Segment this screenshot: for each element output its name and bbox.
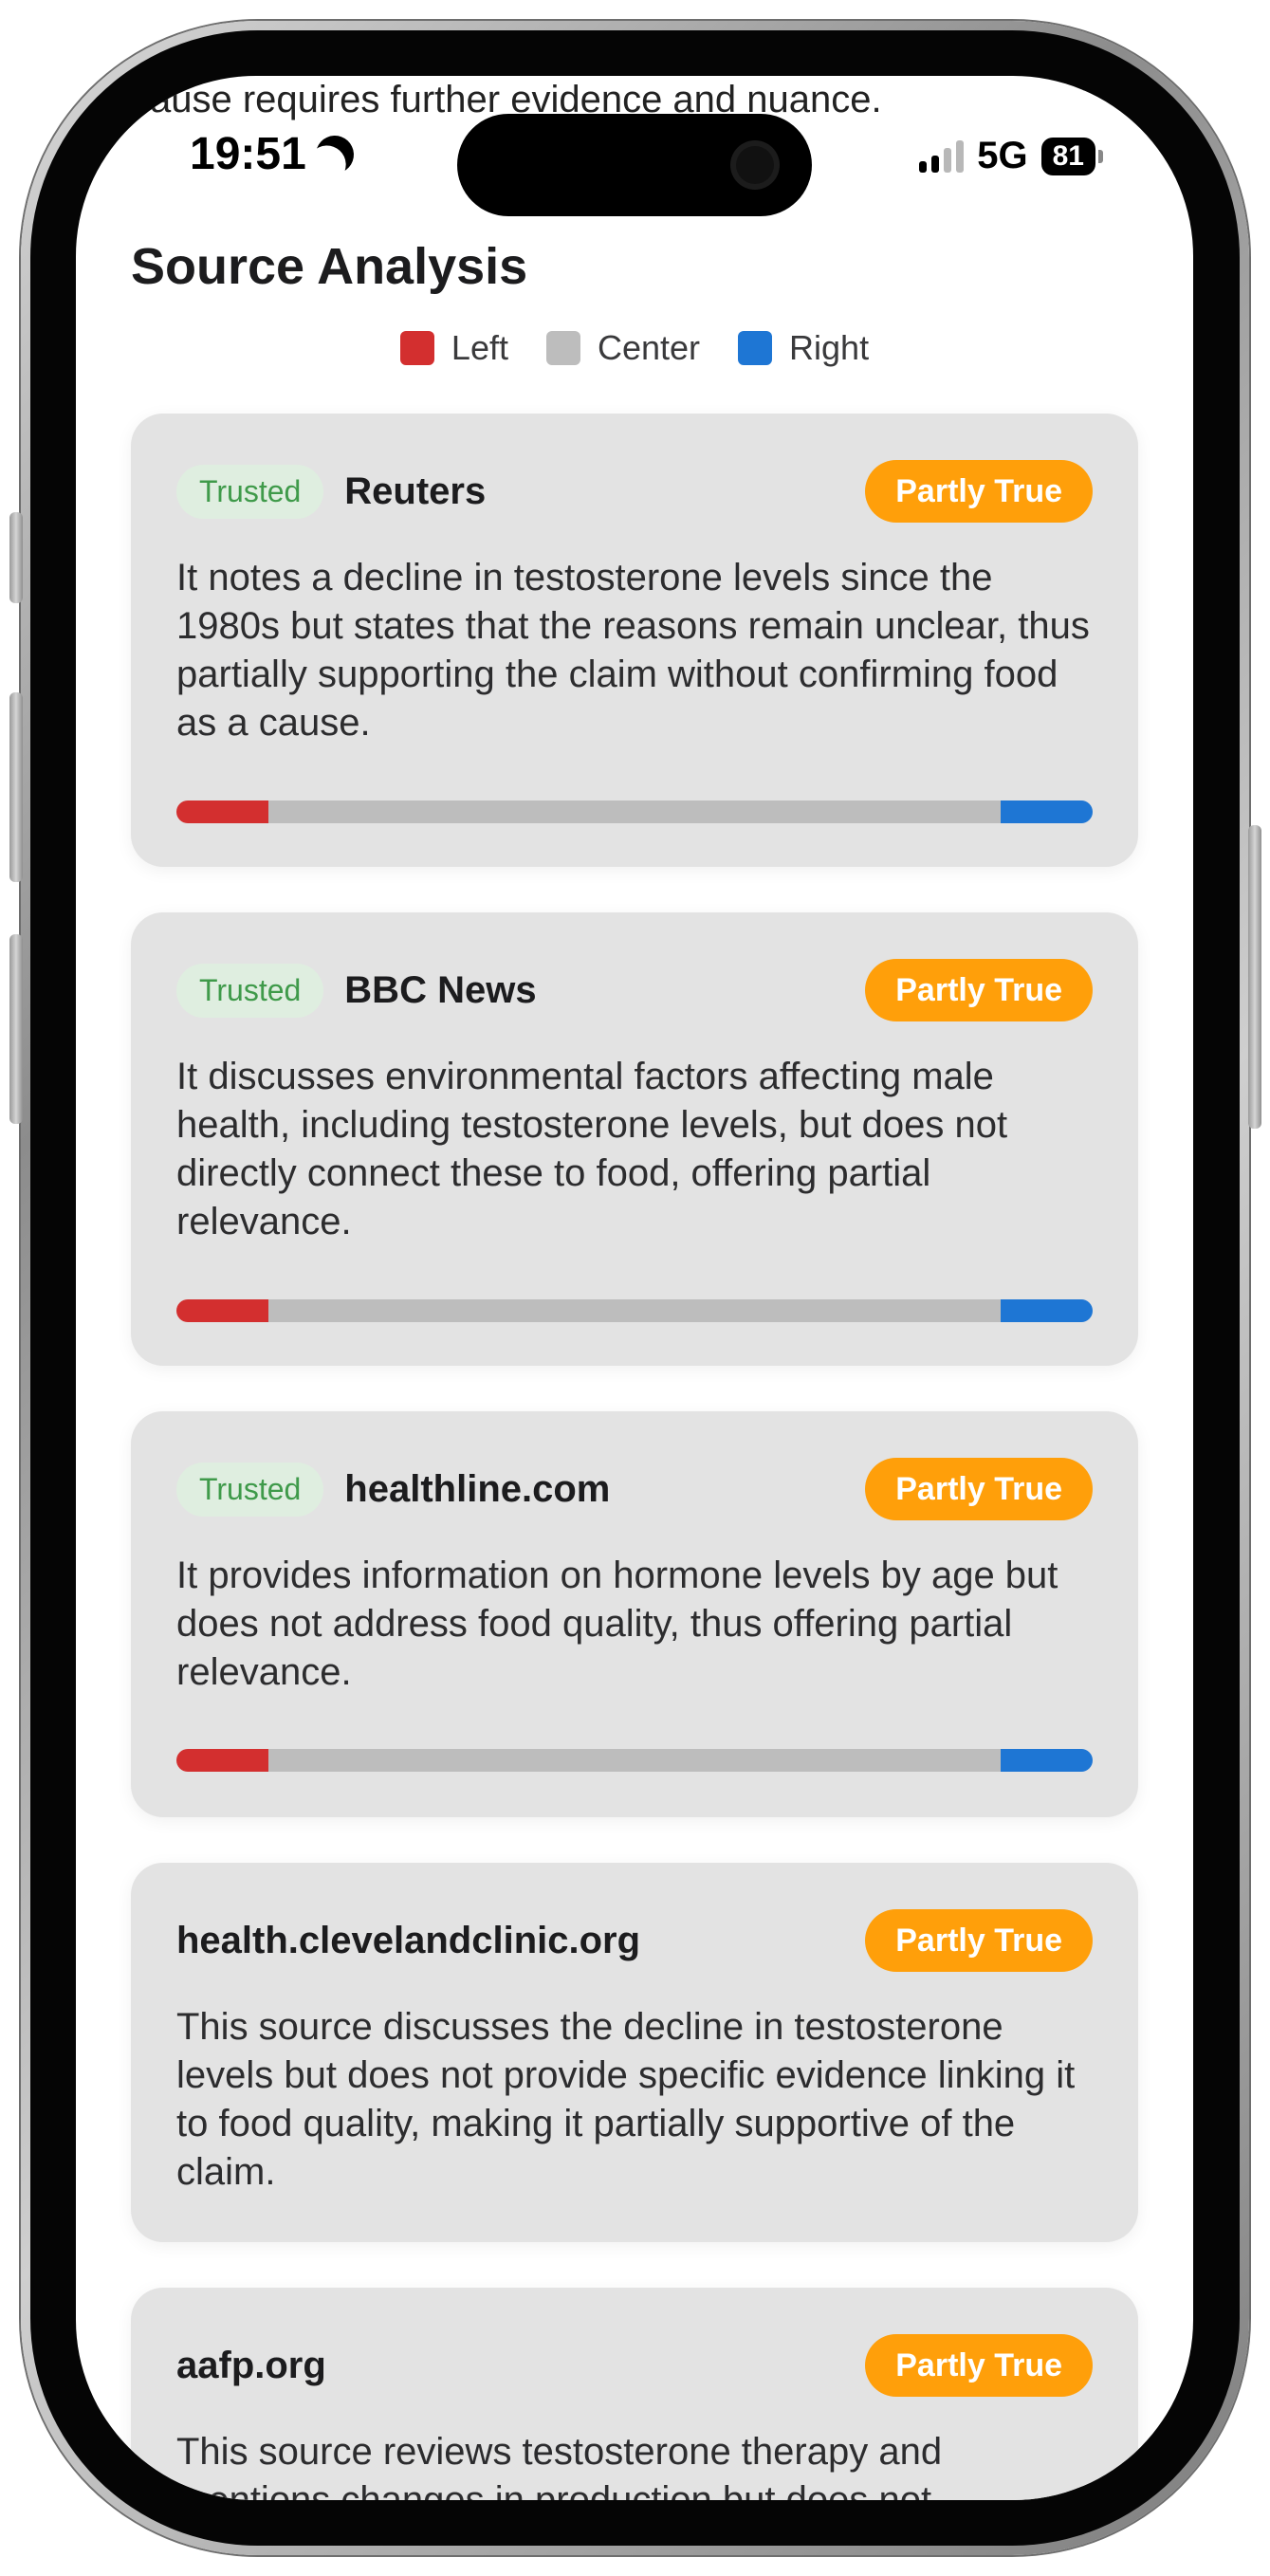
- status-indicators: 5G 81: [919, 135, 1103, 177]
- bias-bar-center-segment: [267, 1749, 1002, 1772]
- front-camera-icon: [736, 146, 774, 184]
- source-summary: It notes a decline in testosterone level…: [176, 557, 1090, 744]
- bias-bar-center-segment: [267, 800, 1002, 823]
- legend-item-left: Left: [399, 328, 508, 368]
- source-card-healthline[interactable]: Trusted healthline.com Partly True It pr…: [131, 1411, 1138, 1817]
- dynamic-island: [457, 114, 812, 216]
- source-card-aafp[interactable]: aafp.org Partly True This source reviews…: [131, 2288, 1138, 2500]
- source-card-clevelandclinic[interactable]: health.clevelandclinic.org Partly True T…: [131, 1863, 1138, 2242]
- cellular-signal-icon: [919, 139, 965, 173]
- battery-icon: 81: [1040, 137, 1103, 175]
- legend-label-left: Left: [451, 328, 508, 367]
- card-header: Trusted BBC News Partly True: [176, 958, 1093, 1022]
- status-time-text: 19:51: [190, 129, 306, 179]
- verdict-badge: Partly True: [865, 2334, 1093, 2397]
- card-header: health.clevelandclinic.org Partly True: [176, 1908, 1093, 1973]
- network-type-label: 5G: [977, 135, 1028, 176]
- source-name: Reuters: [344, 469, 487, 512]
- source-card-bbc-news[interactable]: Trusted BBC News Partly True It discusse…: [131, 912, 1138, 1366]
- verdict-badge: Partly True: [865, 1909, 1093, 1972]
- legend-swatch-right: [738, 331, 773, 365]
- legend-swatch-left: [399, 331, 434, 365]
- bias-bar-left-segment: [176, 1749, 268, 1772]
- focus-moon-icon: [309, 129, 359, 179]
- source-name: healthline.com: [344, 1467, 611, 1510]
- bias-bar: [176, 1299, 1093, 1322]
- source-name: aafp.org: [176, 2344, 326, 2386]
- screen: ...ing testosterone levels, the claim's …: [76, 76, 1193, 2500]
- action-button: [9, 512, 23, 603]
- card-header: aafp.org Partly True: [176, 2333, 1093, 2398]
- verdict-badge: Partly True: [865, 1458, 1093, 1520]
- bias-bar: [176, 1749, 1093, 1772]
- power-button: [1248, 825, 1261, 1129]
- verdict-badge: Partly True: [865, 460, 1093, 523]
- section-title: Source Analysis: [131, 238, 528, 295]
- bias-bar-right-segment: [1001, 1749, 1093, 1772]
- legend-swatch-center: [545, 331, 580, 365]
- legend-label-center: Center: [597, 328, 701, 367]
- source-card-reuters[interactable]: Trusted Reuters Partly True It notes a d…: [131, 414, 1138, 867]
- bias-legend: Left Center Right: [76, 328, 1193, 368]
- legend-label-right: Right: [789, 328, 870, 367]
- bias-bar: [176, 800, 1093, 823]
- source-summary: It discusses environmental factors affec…: [176, 1056, 1008, 1242]
- card-header: Trusted healthline.com Partly True: [176, 1457, 1093, 1521]
- trusted-badge: Trusted: [176, 464, 324, 519]
- legend-item-center: Center: [545, 328, 701, 368]
- source-name: health.clevelandclinic.org: [176, 1919, 641, 1961]
- trusted-badge: Trusted: [176, 963, 324, 1018]
- verdict-badge: Partly True: [865, 959, 1093, 1021]
- legend-item-right: Right: [738, 328, 869, 368]
- bias-bar-left-segment: [176, 800, 268, 823]
- volume-up-button: [9, 692, 23, 882]
- source-summary: It provides information on hormone level…: [176, 1555, 1058, 1693]
- source-summary: This source reviews testosterone therapy…: [176, 2431, 964, 2500]
- bias-bar-left-segment: [176, 1299, 268, 1322]
- volume-down-button: [9, 934, 23, 1124]
- bias-bar-right-segment: [1001, 1299, 1093, 1322]
- battery-level: 81: [1040, 137, 1095, 175]
- status-time: 19:51: [190, 128, 354, 180]
- bias-bar-center-segment: [267, 1299, 1002, 1322]
- source-summary: This source discusses the decline in tes…: [176, 2006, 1076, 2193]
- card-header: Trusted Reuters Partly True: [176, 459, 1093, 524]
- source-name: BBC News: [344, 968, 537, 1011]
- trusted-badge: Trusted: [176, 1462, 324, 1517]
- bias-bar-right-segment: [1001, 800, 1093, 823]
- battery-tip: [1098, 149, 1103, 163]
